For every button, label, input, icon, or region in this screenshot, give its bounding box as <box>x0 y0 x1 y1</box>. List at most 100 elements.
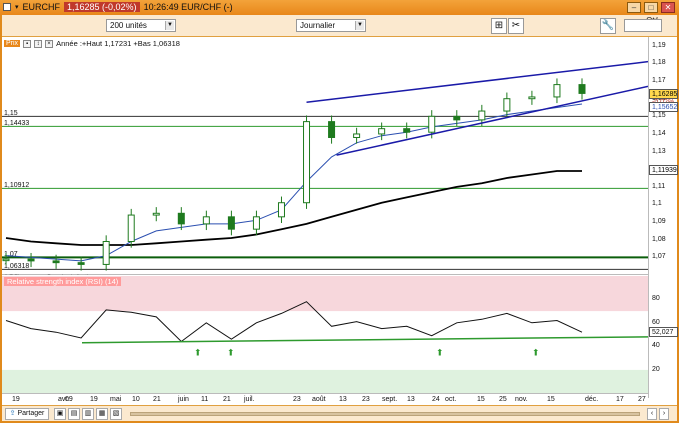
candle-body <box>127 214 135 243</box>
price-tick-label: 1,14 <box>652 129 666 137</box>
x-tick-label: oct. <box>445 396 457 403</box>
view-icon-4[interactable]: ▦ <box>96 408 108 420</box>
x-tick-label: 19 <box>90 396 98 403</box>
move-box-icon[interactable]: ↕ <box>34 39 43 48</box>
title-bar: ▾ EURCHF 1,16285 (-0,02%) 10:26:49 EUR/C… <box>0 0 679 15</box>
x-tick-label: 19 <box>12 396 20 403</box>
up-arrow-icon: ⬆ <box>227 348 235 358</box>
candle-body <box>403 128 411 133</box>
rsi-panel: ⬆ ⬆ ⬆ ⬆ Relative strength index (RSI) (14) <box>2 276 648 393</box>
candle-body <box>478 110 486 121</box>
close-box-icon[interactable]: × <box>45 39 54 48</box>
x-tick-label: 15 <box>477 396 485 403</box>
share-button[interactable]: ⇪ Partager <box>5 408 49 420</box>
ma-long-value-box: 1,11939 <box>649 165 678 176</box>
minimize-button[interactable]: – <box>627 2 641 13</box>
x-tick-label: déc. <box>585 396 599 403</box>
time-pair-label: 10:26:49 EUR/CHF (-) <box>143 2 233 12</box>
ma-short-line <box>5 103 583 262</box>
price-chart[interactable]: 1,151,144331,109121,071,06318© T-Finance… <box>2 37 648 275</box>
up-arrow-icon: ⬆ <box>532 348 540 358</box>
scroll-right-icon[interactable]: › <box>659 408 669 420</box>
window-controls: – □ ✕ <box>627 2 675 13</box>
x-tick-label: 23 <box>362 396 370 403</box>
channel-upper-line <box>306 60 648 103</box>
x-tick-label: 13 <box>339 396 347 403</box>
price-tick-label: 1,1 <box>652 200 662 208</box>
candle-body <box>202 216 210 225</box>
price-tick-label: 1,09 <box>652 218 666 226</box>
symbol-label[interactable]: EURCHF <box>23 2 61 12</box>
view-icon-5[interactable]: ▧ <box>110 408 122 420</box>
settings-box-icon[interactable]: ▪ <box>23 39 32 48</box>
ref-label: 1,15 <box>4 110 18 117</box>
candle-body <box>177 212 185 225</box>
price-tick-label: 1,17 <box>652 77 666 85</box>
x-tick-label: 21 <box>223 396 231 403</box>
scroll-left-icon[interactable]: ‹ <box>647 408 657 420</box>
rsi-support-line <box>81 336 648 344</box>
candle-body <box>378 128 386 135</box>
qty-field[interactable] <box>624 19 662 32</box>
candle-body <box>2 258 10 262</box>
x-tick-label: août <box>312 396 326 403</box>
maximize-button[interactable]: □ <box>644 2 658 13</box>
x-tick-label: 23 <box>293 396 301 403</box>
rsi-chart[interactable]: ⬆ ⬆ ⬆ ⬆ <box>2 276 648 393</box>
status-bar: ⇪ Partager ▣ ▤ ▥ ▦ ▧ ‹ › <box>2 405 677 421</box>
window-icon <box>3 3 11 11</box>
candle-body <box>578 84 586 94</box>
ma-long-line <box>5 170 582 246</box>
view-icon-2[interactable]: ▤ <box>68 408 80 420</box>
wrench-icon[interactable]: 🔧 <box>600 18 616 34</box>
candle-body <box>353 133 361 138</box>
ref-label: 1,06318 <box>4 263 29 270</box>
chevron-down-icon[interactable]: ▼ <box>355 21 364 30</box>
scissors-icon[interactable]: ✂ <box>508 18 524 34</box>
ref-label: 1,10912 <box>4 182 29 189</box>
price-tick-label: 1,15 <box>652 112 666 120</box>
price-header: Prix ▪ ↕ × Année :+Haut 1,17231 +Bas 1,0… <box>4 39 180 48</box>
draw-tool-icon[interactable]: ⊞ <box>491 18 507 34</box>
candle-body <box>227 216 235 230</box>
title-left: ▾ EURCHF 1,16285 (-0,02%) 10:26:49 EUR/C… <box>3 2 233 12</box>
last-price-box: 1,16285 <box>649 88 678 99</box>
share-label: Partager <box>17 410 45 417</box>
x-tick-label: 13 <box>407 396 415 403</box>
units-select[interactable]: 200 unités ▼ <box>106 19 176 32</box>
price-panel: 1,151,144331,109121,071,06318© T-Finance… <box>2 37 648 275</box>
candle-body <box>453 115 461 121</box>
ma-short-value-box: 1,15652 <box>649 102 678 113</box>
candle-body <box>303 121 311 204</box>
rsi-value-box: 52,027 <box>649 327 678 338</box>
x-tick-label: sept. <box>382 396 398 403</box>
view-icon-3[interactable]: ▥ <box>82 408 94 420</box>
close-button[interactable]: ✕ <box>661 2 675 13</box>
dropdown-arrow-icon[interactable]: ▾ <box>15 3 19 11</box>
x-tick-label: 17 <box>616 396 624 403</box>
price-tag[interactable]: Prix <box>4 40 21 47</box>
x-axis: 19 avr. 09 19 mai 10 21 juin 11 21 juil. 23 août 13 23… <box>2 393 648 405</box>
candle-body <box>277 202 285 218</box>
period-value: Journalier <box>300 21 336 30</box>
rsi-tick-label: 60 <box>652 318 660 326</box>
candle-body <box>52 260 60 264</box>
x-tick-label: 15 <box>547 396 555 403</box>
rsi-tick-label: 80 <box>652 295 660 303</box>
x-tick-label: 10 <box>132 396 140 403</box>
period-select[interactable]: Journalier ▼ <box>296 19 366 32</box>
candle-body <box>428 115 436 133</box>
toolbar: 200 unités ▼ Journalier ▼ ⊞ ✂ 🔧 Qté <box>2 15 677 37</box>
x-tick-label: 11 <box>201 396 209 403</box>
candle-body <box>528 96 536 100</box>
up-arrow-icon: ⬆ <box>436 348 444 358</box>
x-tick-label: 27 <box>638 396 646 403</box>
rsi-title[interactable]: Relative strength index (RSI) (14) <box>4 277 122 286</box>
year-range-text: Année :+Haut 1,17231 +Bas 1,06318 <box>56 39 180 48</box>
horizontal-scrollbar[interactable] <box>130 412 640 416</box>
price-tick-label: 1,18 <box>652 59 666 67</box>
x-tick-label: nov. <box>515 396 528 403</box>
up-arrow-icon: ⬆ <box>194 348 202 358</box>
chevron-down-icon[interactable]: ▼ <box>165 21 174 30</box>
view-icon-1[interactable]: ▣ <box>54 408 66 420</box>
